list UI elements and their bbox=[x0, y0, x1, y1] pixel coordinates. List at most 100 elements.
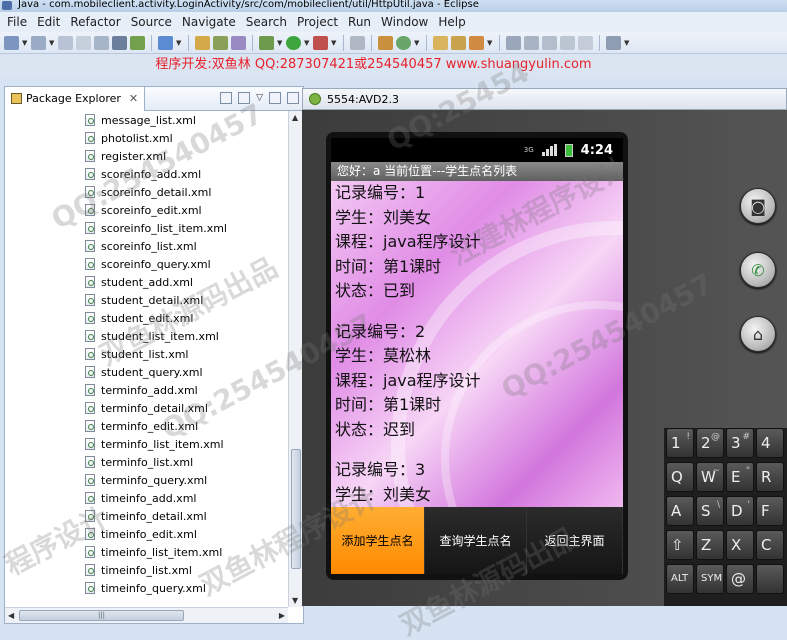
chevron-down-icon[interactable]: ▼ bbox=[624, 36, 630, 50]
chevron-down-icon[interactable]: ▼ bbox=[331, 36, 337, 50]
debug-icon[interactable] bbox=[259, 35, 274, 50]
menu-window[interactable]: Window bbox=[376, 15, 433, 29]
vertical-scrollbar[interactable]: ▲ ▼ bbox=[288, 111, 303, 607]
list-item[interactable]: timeinfo_list_item.xml bbox=[5, 543, 288, 561]
view-menu-icon[interactable]: ▽ bbox=[256, 93, 263, 103]
menu-search[interactable]: Search bbox=[241, 15, 292, 29]
key-s[interactable]: S \ bbox=[696, 496, 724, 526]
query-attendance-button[interactable]: 查询学生点名 bbox=[425, 507, 527, 574]
avd-manager-icon[interactable] bbox=[130, 35, 145, 50]
close-icon[interactable]: ✕ bbox=[129, 92, 138, 105]
key-e[interactable]: E " bbox=[726, 462, 754, 492]
list-item[interactable]: terminfo_add.xml bbox=[5, 381, 288, 399]
list-item[interactable]: timeinfo_add.xml bbox=[5, 489, 288, 507]
key-z[interactable]: Z bbox=[696, 530, 724, 560]
back-icon[interactable] bbox=[560, 35, 575, 50]
key-d[interactable]: D ' bbox=[726, 496, 754, 526]
menu-file[interactable]: File bbox=[2, 15, 32, 29]
key-sym[interactable]: SYM bbox=[696, 564, 724, 594]
list-item[interactable]: terminfo_detail.xml bbox=[5, 399, 288, 417]
key-q[interactable]: Q bbox=[666, 462, 694, 492]
link-with-editor-icon[interactable] bbox=[238, 92, 251, 104]
run-icon[interactable] bbox=[286, 35, 301, 50]
list-item[interactable]: terminfo_query.xml bbox=[5, 471, 288, 489]
list-item[interactable]: register.xml bbox=[5, 147, 288, 165]
menu-project[interactable]: Project bbox=[292, 15, 343, 29]
list-item[interactable]: terminfo_list_item.xml bbox=[5, 435, 288, 453]
list-item[interactable]: message_list.xml bbox=[5, 111, 288, 129]
key-a[interactable]: A bbox=[666, 496, 694, 526]
list-item[interactable]: timeinfo_edit.xml bbox=[5, 525, 288, 543]
external-tools-icon[interactable] bbox=[313, 35, 328, 50]
scroll-up-icon[interactable]: ▲ bbox=[292, 113, 298, 122]
annotation-next-icon[interactable] bbox=[506, 35, 521, 50]
list-item[interactable]: student_edit.xml bbox=[5, 309, 288, 327]
scroll-down-icon[interactable]: ▼ bbox=[292, 596, 298, 605]
key-x[interactable]: X bbox=[726, 530, 754, 560]
camera-button[interactable]: ◙ bbox=[740, 188, 776, 224]
list-item[interactable]: scoreinfo_list.xml bbox=[5, 237, 288, 255]
key-2[interactable]: 2 @ bbox=[696, 428, 724, 458]
forward-icon[interactable] bbox=[578, 35, 593, 50]
back-to-main-button[interactable]: 返回主界面 bbox=[527, 507, 623, 574]
chevron-down-icon[interactable]: ▼ bbox=[277, 36, 283, 50]
key-1[interactable]: 1! bbox=[666, 428, 694, 458]
chevron-down-icon[interactable]: ▼ bbox=[487, 36, 493, 50]
key-space[interactable] bbox=[756, 564, 784, 594]
perspective-icon[interactable] bbox=[606, 35, 621, 50]
sdk-manager-icon[interactable] bbox=[112, 35, 127, 50]
open-project-icon[interactable] bbox=[433, 35, 448, 50]
key-shift[interactable]: ⇧ bbox=[666, 530, 694, 560]
list-item[interactable]: timeinfo_detail.xml bbox=[5, 507, 288, 525]
list-item[interactable]: terminfo_list.xml bbox=[5, 453, 288, 471]
menu-source[interactable]: Source bbox=[126, 15, 177, 29]
save-all-icon[interactable] bbox=[76, 35, 91, 50]
print-icon[interactable] bbox=[94, 35, 109, 50]
list-item[interactable]: student_detail.xml bbox=[5, 291, 288, 309]
scrollbar-thumb[interactable] bbox=[291, 449, 301, 569]
open-folder-icon[interactable] bbox=[195, 35, 210, 50]
collapse-all-icon[interactable] bbox=[220, 92, 233, 104]
new-java-icon[interactable] bbox=[213, 35, 228, 50]
scrollbar-thumb[interactable]: ||| bbox=[19, 610, 184, 621]
menu-help[interactable]: Help bbox=[433, 15, 470, 29]
chevron-down-icon[interactable]: ▼ bbox=[304, 36, 310, 50]
key-4[interactable]: 4 bbox=[756, 428, 784, 458]
list-item[interactable]: 记录编号：1 学生：刘美女 课程：java程序设计 时间：第1课时 状态：已到 bbox=[331, 181, 623, 304]
maximize-icon[interactable] bbox=[287, 92, 299, 104]
scroll-left-icon[interactable]: ◀ bbox=[8, 611, 14, 620]
list-item[interactable]: scoreinfo_edit.xml bbox=[5, 201, 288, 219]
pin-icon[interactable] bbox=[350, 35, 365, 50]
call-button[interactable]: ✆ bbox=[740, 252, 776, 288]
scroll-right-icon[interactable]: ▶ bbox=[279, 611, 285, 620]
add-attendance-button[interactable]: 添加学生点名 bbox=[331, 507, 425, 574]
chevron-down-icon[interactable]: ▼ bbox=[22, 36, 28, 50]
list-item[interactable]: timeinfo_query.xml bbox=[5, 579, 288, 597]
list-item[interactable]: scoreinfo_query.xml bbox=[5, 255, 288, 273]
list-item[interactable]: scoreinfo_list_item.xml bbox=[5, 219, 288, 237]
key-alt[interactable]: ALT bbox=[666, 564, 694, 594]
horizontal-scrollbar[interactable]: ◀ ||| ▶ bbox=[5, 607, 288, 623]
list-item[interactable]: 记录编号：3 学生：刘美女 bbox=[331, 458, 623, 507]
checklist-icon[interactable] bbox=[158, 35, 173, 50]
list-item[interactable]: timeinfo_list.xml bbox=[5, 561, 288, 579]
key-c[interactable]: C bbox=[756, 530, 784, 560]
list-item[interactable]: student_list_item.xml bbox=[5, 327, 288, 345]
home-button[interactable]: ⌂ bbox=[740, 316, 776, 352]
save-icon[interactable] bbox=[58, 35, 73, 50]
key-at[interactable]: @ bbox=[726, 564, 754, 594]
open-resource-icon[interactable] bbox=[451, 35, 466, 50]
new-package-icon[interactable] bbox=[378, 35, 393, 50]
key-3[interactable]: 3 # bbox=[726, 428, 754, 458]
key-w[interactable]: W ~ bbox=[696, 462, 724, 492]
list-item[interactable]: student_query.xml bbox=[5, 363, 288, 381]
new-icon[interactable] bbox=[4, 35, 19, 50]
key-r[interactable]: R bbox=[756, 462, 784, 492]
chevron-down-icon[interactable]: ▼ bbox=[49, 36, 55, 50]
menu-refactor[interactable]: Refactor bbox=[65, 15, 125, 29]
annotation-prev-icon[interactable] bbox=[524, 35, 539, 50]
menu-edit[interactable]: Edit bbox=[32, 15, 65, 29]
list-item[interactable]: student_list.xml bbox=[5, 345, 288, 363]
minimize-icon[interactable] bbox=[269, 92, 281, 104]
menu-run[interactable]: Run bbox=[343, 15, 376, 29]
